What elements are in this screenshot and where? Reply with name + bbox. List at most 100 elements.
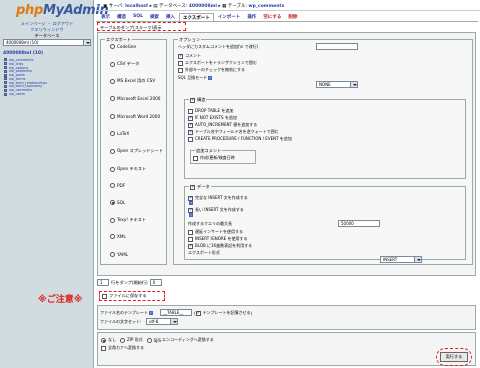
drop-table-row[interactable]: DROP TABLE を追加	[188, 108, 233, 114]
charset-select[interactable]: utf-8	[146, 318, 178, 325]
ignore-row[interactable]: INSERT IGNORE を使用する	[188, 236, 247, 242]
rows-start-input[interactable]: 0	[149, 279, 162, 286]
format-option[interactable]: PDF	[110, 183, 125, 188]
format-radio[interactable]	[110, 252, 115, 257]
tab-1[interactable]: 構造	[114, 13, 129, 21]
compression-zip-radio[interactable]	[120, 337, 125, 343]
comments-checkbox-row[interactable]: コメント	[178, 53, 201, 59]
transaction-checkbox[interactable]	[178, 60, 183, 66]
format-radio[interactable]	[110, 114, 115, 119]
rows-count-input[interactable]: 1	[97, 279, 109, 286]
format-radio[interactable]	[110, 200, 115, 205]
rows-label: 行をダンプ(開始行)	[111, 279, 148, 285]
format-radio[interactable]	[110, 61, 115, 67]
breadcrumb-table[interactable]: wp_comments	[248, 4, 284, 9]
extended-insert-checkbox[interactable]	[188, 207, 193, 213]
create-procedure-row[interactable]: CREATE PROCEDURE / FUNCTION / EVENT を追加	[188, 136, 292, 142]
hex-checkbox[interactable]	[188, 243, 193, 249]
help-icon[interactable]: ?	[189, 201, 193, 205]
compression-sjis-radio[interactable]	[146, 337, 152, 343]
format-radio[interactable]	[110, 148, 115, 154]
disable-fk-checkbox[interactable]	[178, 67, 183, 73]
extended-insert-help[interactable]: ?	[188, 213, 193, 217]
phpmyadmin-logo[interactable]: phpMyAdmin	[16, 3, 109, 18]
tab-6[interactable]: インポート	[215, 13, 244, 21]
format-option[interactable]: Open テキスト	[110, 166, 146, 172]
format-option[interactable]: CodeGen	[110, 44, 136, 49]
creation-time-row[interactable]: 作成/更新/検査日時	[193, 155, 235, 161]
format-option[interactable]: MS Excel 用の CSV	[110, 78, 155, 84]
help-icon[interactable]: ?	[189, 213, 193, 217]
sidebar-table-item[interactable]: wp_users	[4, 92, 92, 96]
database-select[interactable]: 4000008ml (10)	[3, 39, 91, 46]
auto-increment-row[interactable]: AUTO_INCREMENT 値を追加する	[188, 122, 257, 128]
transaction-checkbox-row[interactable]: エクスポートをトランザクションで囲む	[178, 60, 257, 66]
format-option[interactable]: SQL	[110, 200, 125, 205]
backquotes-checkbox[interactable]	[188, 129, 193, 135]
disable-fk-checkbox-row[interactable]: 外部キーのチェックを無効にする	[178, 67, 245, 73]
remember-label: テンプレートを記憶させる	[202, 310, 251, 315]
if-not-exists-row[interactable]: IF NOT EXISTS を追加	[188, 115, 237, 121]
database-name[interactable]: 4000008ml (10)	[3, 51, 43, 56]
complete-insert-help[interactable]: ?	[188, 201, 193, 205]
format-radio[interactable]	[110, 78, 115, 84]
tab-3[interactable]: 検索	[147, 13, 162, 21]
complete-insert-checkbox[interactable]	[188, 195, 193, 201]
format-radio[interactable]	[110, 183, 115, 188]
breadcrumb-server[interactable]: localhost	[125, 4, 148, 9]
delayed-row[interactable]: 遅延インサートを使用する	[188, 229, 243, 235]
backquotes-row[interactable]: テーブル名やフィールド名を逆クォートで囲む	[188, 129, 279, 135]
remember-checkbox[interactable]	[195, 310, 201, 316]
template-input[interactable]: __TABLE__	[160, 309, 192, 316]
ignore-checkbox[interactable]	[188, 236, 193, 242]
format-radio[interactable]	[110, 131, 115, 136]
format-radio[interactable]	[110, 166, 115, 172]
complete-insert-label: 完全な INSERT 文を作成する	[195, 195, 248, 200]
remember-row[interactable]: (テンプレートを記憶させる)	[194, 310, 252, 316]
complete-insert-row[interactable]: 完全な INSERT 文を作成する	[188, 195, 248, 201]
save-file-checkbox[interactable]	[102, 293, 107, 299]
format-option[interactable]: Open スプレッドシート	[110, 148, 163, 154]
breadcrumb-db[interactable]: 4000008ml	[189, 4, 217, 9]
compression-none-radio[interactable]	[101, 337, 106, 343]
format-option[interactable]: XML	[110, 234, 126, 239]
format-radio[interactable]	[110, 234, 115, 239]
compat-select[interactable]: NONE	[316, 81, 358, 88]
help-icon[interactable]: ?	[208, 76, 213, 80]
format-option[interactable]: LaTeX	[110, 131, 129, 136]
if-not-exists-checkbox[interactable]	[188, 115, 193, 121]
tab-2[interactable]: SQL	[130, 13, 146, 21]
tab-8[interactable]: 空にする	[260, 13, 284, 21]
comments-checkbox[interactable]	[178, 53, 183, 59]
header-comment-input[interactable]	[316, 43, 358, 50]
creation-time-checkbox[interactable]	[193, 155, 198, 161]
tab-0[interactable]: 表示	[98, 13, 113, 21]
format-option[interactable]: YAML	[110, 252, 128, 257]
export-type-select[interactable]: INSERT	[380, 256, 422, 263]
format-option[interactable]: Microsoft Word 2000	[110, 114, 160, 119]
tab-4[interactable]: 挿入	[163, 13, 178, 21]
format-option[interactable]: CSV データ	[110, 61, 139, 67]
structure-checkbox[interactable]	[190, 97, 195, 103]
zenkaku-checkbox[interactable]	[101, 345, 106, 351]
format-radio[interactable]	[110, 96, 115, 101]
delayed-checkbox[interactable]	[188, 229, 193, 235]
create-procedure-checkbox[interactable]	[188, 136, 193, 142]
max-query-input[interactable]: 50000	[338, 220, 380, 227]
tab-5[interactable]: エクスポート	[178, 13, 214, 21]
data-checkbox[interactable]	[190, 184, 195, 190]
help-icon[interactable]: ?	[148, 311, 153, 315]
auto-increment-checkbox[interactable]	[188, 122, 193, 128]
zenkaku-row[interactable]: 全角カナへ変換する	[101, 345, 144, 351]
format-radio[interactable]	[110, 217, 115, 223]
format-option[interactable]: Texy! テキスト	[110, 217, 146, 223]
format-label: LaTeX	[117, 131, 130, 136]
extended-insert-row[interactable]: 長い INSERT 文を作成する	[188, 207, 244, 213]
format-radio[interactable]	[110, 44, 115, 49]
format-option[interactable]: Microsoft Excel 2000	[110, 96, 160, 101]
save-file-row[interactable]: ファイルに保存する	[99, 291, 165, 301]
tab-9[interactable]: 削除	[285, 13, 300, 21]
drop-table-checkbox[interactable]	[188, 108, 193, 114]
hex-row[interactable]: BLOB に16進数表記を利用する	[188, 243, 252, 249]
tab-7[interactable]: 操作	[244, 13, 259, 21]
